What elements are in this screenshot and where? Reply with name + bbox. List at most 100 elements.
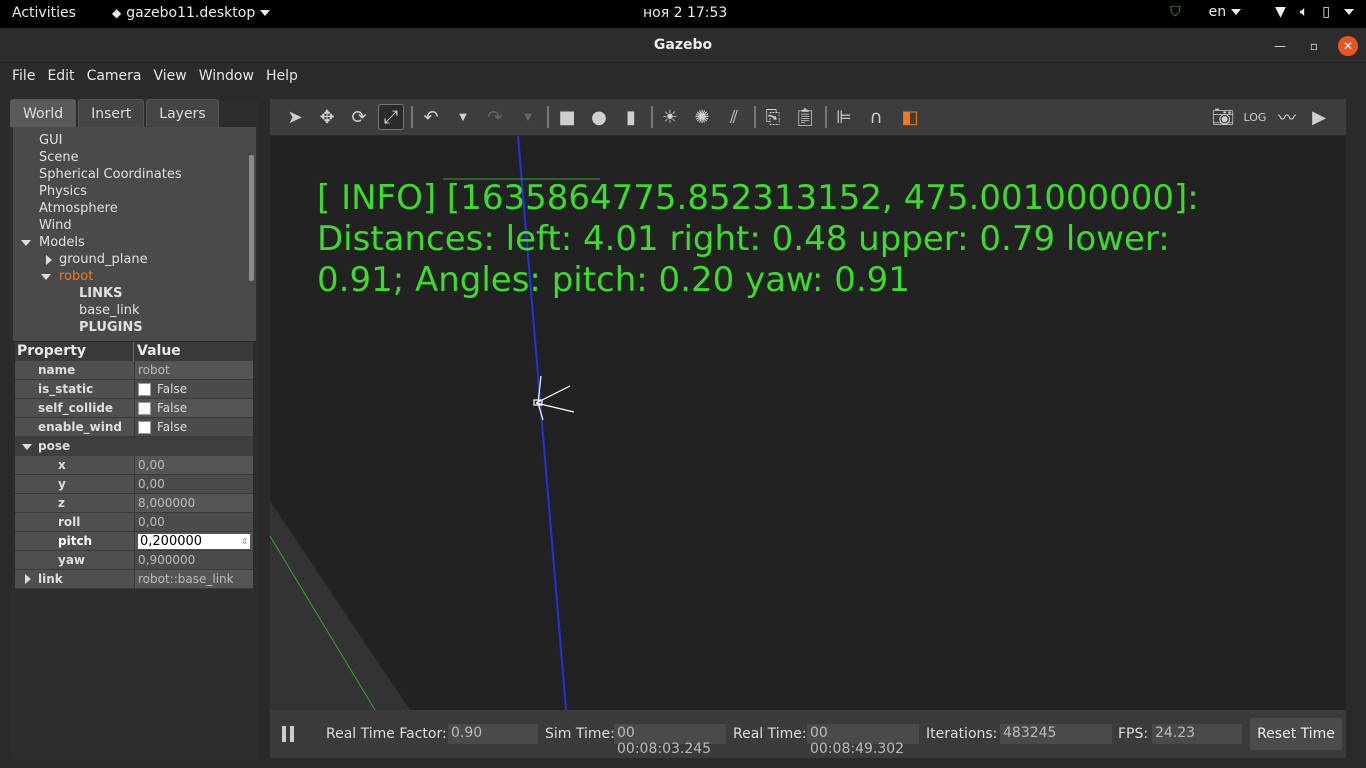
menu-help[interactable]: Help <box>260 63 304 91</box>
translate-mode-icon[interactable]: ✥ <box>314 104 340 130</box>
tree-item-robot[interactable]: robot <box>13 269 256 286</box>
tree-item-physics[interactable]: Physics <box>13 184 256 201</box>
sphere-shape-icon[interactable]: ● <box>586 104 612 130</box>
shield-icon[interactable]: ⛉ <box>1170 4 1181 20</box>
rotate-mode-icon[interactable]: ⟳ <box>346 104 372 130</box>
select-mode-icon[interactable]: ➤ <box>282 104 308 130</box>
pitch-spinbox[interactable]: 0,200000 ⇕ <box>138 533 250 549</box>
menu-window[interactable]: Window <box>193 63 260 91</box>
wifi-icon[interactable]: ▼ <box>1275 4 1286 20</box>
prop-row-self-collide[interactable]: self_collide False <box>15 399 253 418</box>
prop-row-pitch[interactable]: pitch 0,200000 ⇕ <box>15 532 253 551</box>
prop-row-z[interactable]: z 8,000000 <box>15 494 253 513</box>
prop-value[interactable]: 0,900000 <box>134 551 253 569</box>
tree-item-wind[interactable]: Wind <box>13 218 256 235</box>
close-button[interactable]: ✕ <box>1338 36 1358 56</box>
expand-down-icon[interactable] <box>21 240 31 246</box>
reset-time-button[interactable]: Reset Time <box>1250 718 1342 750</box>
tree-item-spherical-coordinates[interactable]: Spherical Coordinates <box>13 167 256 184</box>
pause-icon[interactable] <box>282 726 294 742</box>
checkbox[interactable] <box>138 401 151 415</box>
expand-down-icon[interactable] <box>22 444 32 450</box>
expand-right-icon[interactable] <box>25 574 31 584</box>
prop-value[interactable]: 8,000000 <box>134 494 253 512</box>
menu-view[interactable]: View <box>148 63 193 91</box>
sim-time-value: 00 00:08:03.245 <box>614 724 726 757</box>
tab-layers[interactable]: Layers <box>146 99 219 127</box>
screenshot-camera-icon[interactable]: 📷︎ <box>1210 104 1236 130</box>
expand-down-icon[interactable] <box>41 274 51 280</box>
align-icon[interactable]: ⊫ <box>831 104 857 130</box>
prop-row-x[interactable]: x 0,00 <box>15 456 253 475</box>
clock[interactable]: ноя 2 17:53 <box>643 5 727 21</box>
app-menu[interactable]: ◆ gazebo11.desktop <box>112 5 271 21</box>
tree-scrollbar[interactable] <box>249 155 254 281</box>
info-line-2: Distances: left: 4.01 right: 0.48 upper:… <box>317 219 1170 259</box>
spot-light-icon[interactable]: ✺ <box>689 104 715 130</box>
tree-item-scene[interactable]: Scene <box>13 150 256 167</box>
rtf-label: Real Time Factor: <box>326 726 447 742</box>
box-shape-icon[interactable]: ■ <box>554 104 580 130</box>
video-record-icon[interactable]: ▶ <box>1306 104 1332 130</box>
tree-item-models[interactable]: Models <box>13 235 256 252</box>
directional-light-icon[interactable]: ⫽ <box>721 104 747 130</box>
undo-history-chevron-icon[interactable]: ▼ <box>450 104 476 130</box>
prop-value[interactable]: 0,00 <box>134 456 253 474</box>
point-light-icon[interactable]: ☀ <box>657 104 683 130</box>
maximize-button[interactable]: ▫ <box>1304 36 1324 56</box>
snap-icon[interactable]: ∩ <box>863 104 889 130</box>
language-label: en <box>1208 4 1227 20</box>
prop-row-y[interactable]: y 0,00 <box>15 475 253 494</box>
tree-item-links[interactable]: LINKS <box>13 286 256 303</box>
change-view-icon[interactable]: ◧ <box>897 104 923 130</box>
prop-value[interactable]: 0,00 <box>134 513 253 531</box>
3d-viewport[interactable]: [ INFO] [1635864775.852313152, 475.00100… <box>270 136 1346 710</box>
tree-item-gui[interactable]: GUI <box>13 133 256 150</box>
toolbar: ➤ ✥ ⟳ ⤢ ↶ ▼ ↷ ▼ ■ ● ▮ ☀ ✺ ⫽ ⎘ 📋︎ ⊫ ∩ ◧ 📷… <box>270 99 1346 135</box>
prop-key: is_static <box>15 380 134 398</box>
iterations-value: 483245 <box>1000 724 1112 744</box>
prop-row-is-static[interactable]: is_static False <box>15 380 253 399</box>
checkbox[interactable] <box>138 382 151 396</box>
system-menu-chevron-icon[interactable] <box>1344 9 1354 15</box>
menu-edit[interactable]: Edit <box>41 63 80 91</box>
plot-icon[interactable]: 〰 <box>1274 104 1300 130</box>
prop-row-roll[interactable]: roll 0,00 <box>15 513 253 532</box>
rtf-value: 0.90 <box>448 724 538 744</box>
menu-camera[interactable]: Camera <box>81 63 148 91</box>
prop-row-enable-wind[interactable]: enable_wind False <box>15 418 253 437</box>
prop-value[interactable]: robot <box>134 361 253 379</box>
redo-history-chevron-icon[interactable]: ▼ <box>515 104 541 130</box>
copy-icon[interactable]: ⎘ <box>760 104 786 130</box>
info-overlay: [ INFO] [1635864775.852313152, 475.00100… <box>317 178 1277 301</box>
cylinder-shape-icon[interactable]: ▮ <box>618 104 644 130</box>
battery-icon[interactable]: ▯ <box>1322 4 1330 20</box>
minimize-button[interactable]: — <box>1270 36 1290 56</box>
prop-row-name[interactable]: name robot <box>15 361 253 380</box>
tree-item-base-link[interactable]: base_link <box>13 303 256 320</box>
chevron-down-icon <box>1231 9 1242 15</box>
tab-insert[interactable]: Insert <box>78 99 145 127</box>
prop-row-link[interactable]: link robot::base_link <box>15 570 253 589</box>
language-selector[interactable]: en <box>1209 4 1242 20</box>
prop-key: y <box>15 475 134 493</box>
prop-value[interactable]: 0,00 <box>134 475 253 493</box>
volume-icon[interactable]: 🔈︎ <box>1300 4 1308 20</box>
tree-item-plugins[interactable]: PLUGINS <box>13 320 256 337</box>
menu-file[interactable]: File <box>6 63 41 91</box>
undo-icon[interactable]: ↶ <box>418 104 444 130</box>
expand-right-icon[interactable] <box>46 255 52 265</box>
checkbox[interactable] <box>138 420 151 434</box>
redo-icon[interactable]: ↷ <box>482 104 508 130</box>
spin-arrows-icon[interactable]: ⇕ <box>241 537 248 546</box>
tree-item-ground-plane[interactable]: ground_plane <box>13 252 256 269</box>
activities-button[interactable]: Activities <box>12 5 76 21</box>
scale-mode-icon[interactable]: ⤢ <box>378 104 404 130</box>
prop-row-yaw[interactable]: yaw 0,900000 <box>15 551 253 570</box>
prop-value: False <box>134 399 253 417</box>
tree-item-atmosphere[interactable]: Atmosphere <box>13 201 256 218</box>
tab-world[interactable]: World <box>10 99 77 127</box>
prop-section-pose[interactable]: pose <box>15 437 253 456</box>
paste-icon[interactable]: 📋︎ <box>792 104 818 130</box>
log-icon[interactable]: LOG <box>1242 104 1268 130</box>
